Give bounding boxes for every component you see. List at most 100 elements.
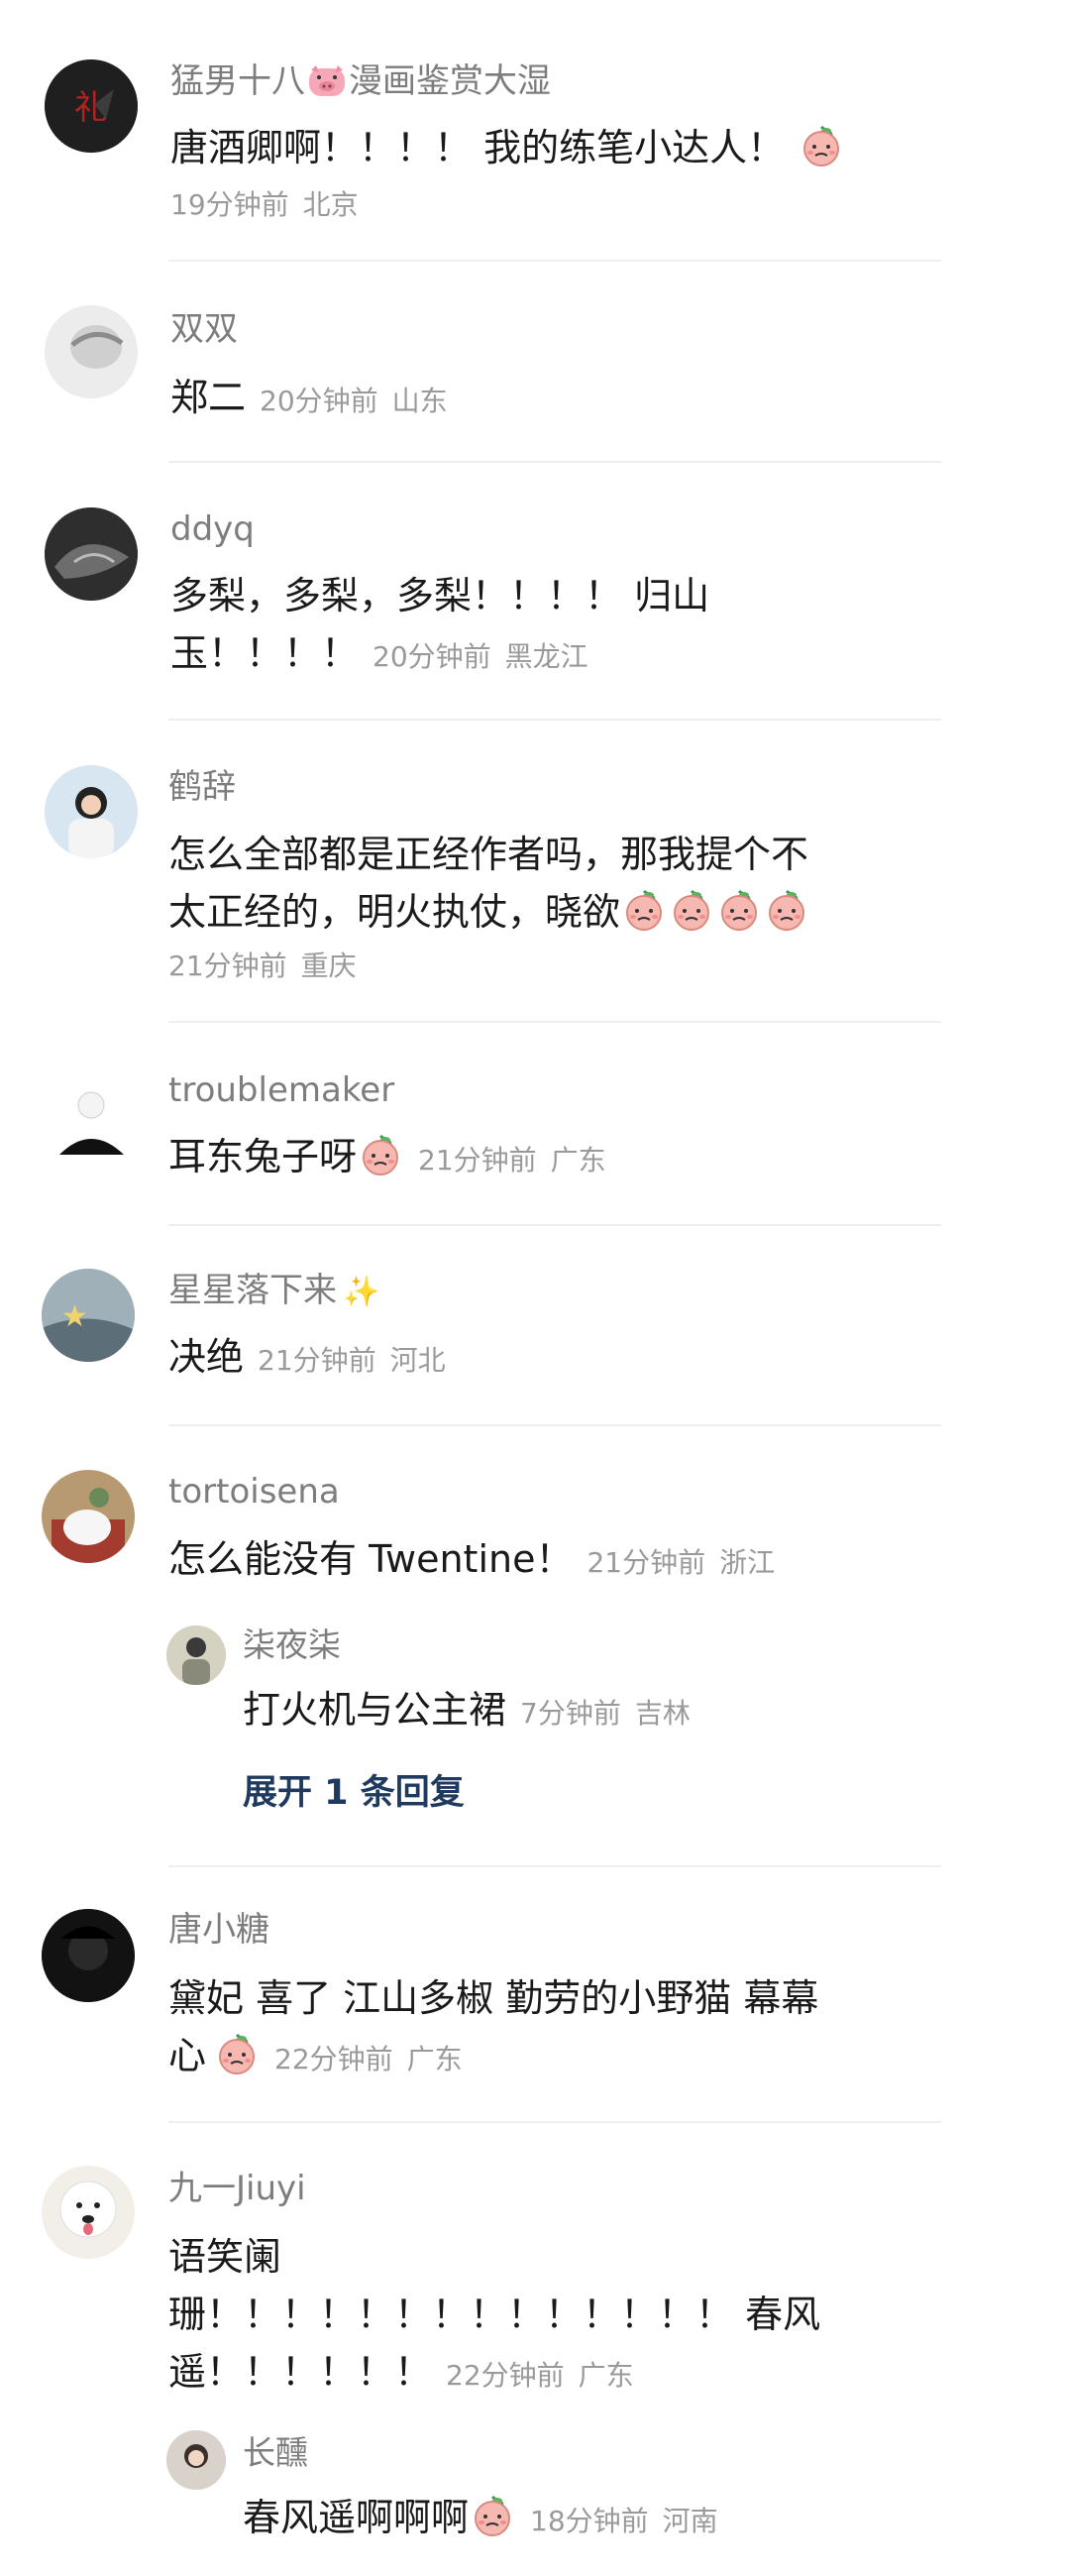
username-text: 星星落下来 (168, 1271, 337, 1310)
comment-time: 21分钟前 (168, 950, 287, 982)
comment-meta: 21分钟前 广东 (418, 1144, 606, 1176)
avatar[interactable]: ★ (42, 1269, 135, 1362)
avatar[interactable] (45, 507, 138, 601)
avatar[interactable] (42, 1909, 135, 2002)
comment-meta: 20分钟前 黑龙江 (373, 640, 588, 673)
comment-text: 决绝 21分钟前 河北 (168, 1328, 921, 1390)
username-tail: 漫画鉴赏大湿 (349, 61, 551, 101)
comment-meta: 21分钟前 河北 (258, 1344, 446, 1377)
comment-text-content: 郑二 (170, 376, 247, 419)
reply-text: 打火机与公主裙 7分钟前 吉林 (243, 1681, 996, 1742)
peach-face-emoji-icon (669, 887, 714, 933)
reply-text: 春风遥啊啊啊 18分钟前 河南 (243, 2489, 996, 2550)
reply-username[interactable]: 长醺 (243, 2433, 308, 2473)
comment-time: 19分钟前 (170, 188, 289, 221)
comment-meta: 19分钟前 北京 (170, 183, 359, 223)
comment-text: 怎么能没有 Twentine！ 21分钟前 浙江 (168, 1530, 921, 1592)
comment-text: 语笑阑 珊！！！！！！！！！！！！！！ 春风 遥！！！！！！ 22分钟前 广东 (168, 2228, 921, 2405)
divider (168, 2121, 941, 2123)
comment-time: 21分钟前 (258, 1344, 376, 1377)
comment-text-line: 怎么全部都是正经作者吗，那我提个不 (168, 833, 809, 876)
comment-text-content: 唐酒卿啊！！！！ 我的练笔小达人！ (170, 126, 786, 169)
username-text: 猛男十八 (170, 61, 305, 101)
sparkle-emoji-icon: ✨ (343, 1275, 380, 1309)
comment-text-line: 语笑阑 (168, 2235, 282, 2279)
reply-location: 河南 (662, 2505, 718, 2537)
comment-username[interactable]: 双双 (170, 309, 238, 349)
comment-meta: 21分钟前 重庆 (168, 945, 357, 984)
comment-text-line: 玉！！！！ (170, 631, 360, 675)
comment-location: 广东 (578, 2359, 634, 2392)
comment-text-line: 多梨，多梨，多梨！！！！ 归山 (170, 574, 710, 617)
reply-text-content: 春风遥啊啊啊 (243, 2496, 470, 2539)
comment-text: 多梨，多梨，多梨！！！！ 归山 玉！！！！ 20分钟前 黑龙江 (170, 567, 923, 686)
divider (168, 461, 941, 463)
comment-location: 重庆 (300, 950, 357, 982)
comment-location: 黑龙江 (504, 640, 588, 673)
comment-text-line: 黛妃 喜了 江山多椒 勤劳的小野猫 幕幕 (168, 1976, 819, 2020)
comment-username[interactable]: tortoisena (168, 1472, 340, 1512)
peach-face-emoji-icon (764, 887, 809, 933)
reply-meta: 7分钟前 吉林 (520, 1697, 691, 1730)
peach-face-emoji-icon (358, 1132, 403, 1177)
comment-text-content: 耳东兔子呀 (168, 1135, 358, 1178)
comment-meta: 22分钟前 广东 (274, 2043, 463, 2075)
comment-time: 22分钟前 (274, 2043, 393, 2075)
comment-location: 河北 (389, 1344, 446, 1377)
avatar[interactable] (166, 1625, 226, 1685)
comment-location: 山东 (391, 385, 448, 417)
avatar[interactable] (45, 305, 138, 398)
divider (168, 719, 941, 721)
reply-text-content: 打火机与公主裙 (243, 1688, 507, 1732)
reply-time: 18分钟前 (530, 2505, 649, 2537)
comment-time: 21分钟前 (587, 1546, 706, 1579)
avatar[interactable]: 礼 (45, 59, 138, 153)
comment-location: 广东 (406, 2043, 463, 2075)
divider (168, 1224, 941, 1226)
peach-face-emoji-icon (716, 887, 762, 933)
comment-meta: 22分钟前 广东 (446, 2359, 634, 2392)
avatar[interactable] (45, 765, 138, 858)
avatar[interactable] (42, 2166, 135, 2259)
comment-username[interactable]: 唐小糖 (168, 1910, 269, 1950)
avatar[interactable] (42, 1470, 135, 1563)
comment-location: 广东 (550, 1144, 606, 1176)
comment-text: 耳东兔子呀 21分钟前 广东 (168, 1128, 921, 1189)
comment-text-content: 决绝 (168, 1335, 245, 1379)
expand-replies-link[interactable]: 展开 1 条回复 (243, 1764, 465, 1815)
comment-username[interactable]: 星星落下来 ✨ (168, 1271, 379, 1312)
comment-time: 22分钟前 (446, 2359, 565, 2392)
comment-meta: 21分钟前 浙江 (587, 1546, 775, 1579)
comment-time: 20分钟前 (260, 385, 378, 417)
reply-username[interactable]: 柒夜柒 (243, 1625, 341, 1665)
comment-text-line: 心 (168, 2034, 207, 2077)
reply-time: 7分钟前 (520, 1697, 621, 1730)
peach-face-emoji-icon (799, 123, 844, 168)
divider (168, 1865, 941, 1867)
pig-emoji-icon (307, 64, 347, 98)
comment-location: 北京 (302, 188, 359, 221)
divider (168, 1021, 941, 1023)
comment-time: 20分钟前 (373, 640, 491, 673)
reply-location: 吉林 (634, 1697, 691, 1730)
avatar[interactable] (166, 2430, 226, 2490)
comment-text: 唐酒卿啊！！！！ 我的练笔小达人！ (170, 119, 923, 176)
comment-text-line: 太正经的，明火执仗，晓欲 (168, 890, 621, 934)
comment-meta: 20分钟前 山东 (260, 385, 448, 417)
comment-username[interactable]: 九一Jiuyi (168, 2169, 306, 2208)
comment-username[interactable]: 猛男十八 漫画鉴赏大湿 (170, 61, 551, 101)
peach-face-emoji-icon (214, 2031, 260, 2076)
comment-location: 浙江 (719, 1546, 776, 1579)
comment-text: 黛妃 喜了 江山多椒 勤劳的小野猫 幕幕 心 22分钟前 广东 (168, 1969, 921, 2088)
reply-meta: 18分钟前 河南 (530, 2505, 718, 2537)
comment-text: 郑二 20分钟前 山东 (170, 369, 923, 430)
svg-text:★: ★ (61, 1299, 88, 1334)
comment-username[interactable]: 鹤辞 (168, 767, 236, 807)
comment-username[interactable]: ddyq (170, 509, 255, 549)
comment-username[interactable]: troublemaker (168, 1070, 394, 1110)
comment-text: 怎么全部都是正经作者吗，那我提个不 太正经的，明火执仗，晓欲 (168, 826, 921, 941)
divider (168, 1424, 941, 1426)
comment-text-content: 怎么能没有 Twentine！ (168, 1537, 574, 1581)
avatar[interactable] (45, 1075, 138, 1169)
comment-text-line: 遥！！！！！！ (168, 2350, 433, 2394)
